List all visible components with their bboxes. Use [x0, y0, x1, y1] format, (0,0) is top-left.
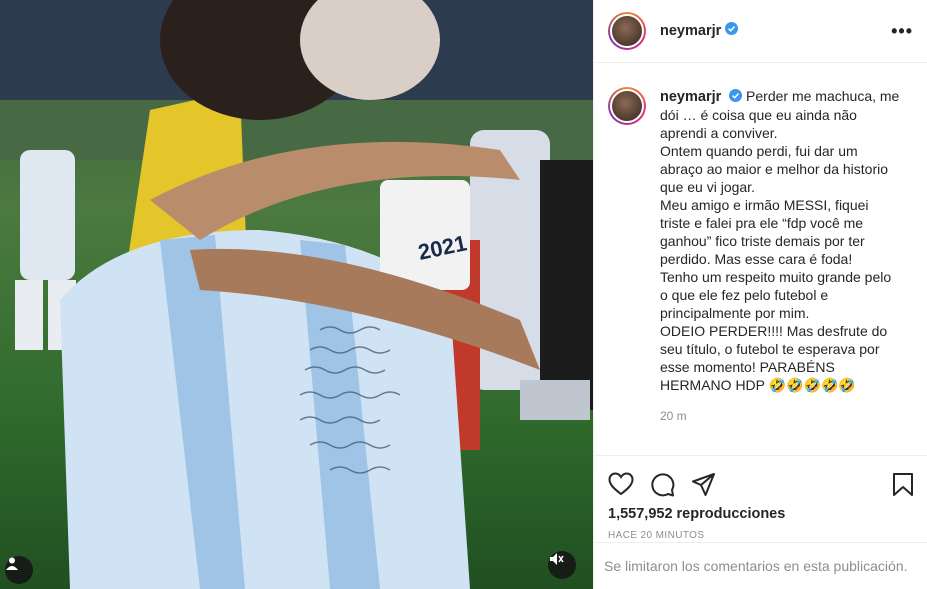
caption-line: Meu amigo e irmão MESSI, fiquei	[660, 197, 869, 214]
tagged-users-button[interactable]	[5, 556, 33, 584]
caption-line: Tenho um respeito muito grande pelo	[660, 269, 892, 286]
caption-avatar[interactable]	[608, 87, 646, 125]
caption-username[interactable]: neymarjr	[660, 89, 721, 105]
caption-line: o que ele fez pelo futebol e	[660, 287, 829, 304]
caption-line: principalmente por mim.	[660, 305, 810, 322]
more-options-button[interactable]: •••	[891, 21, 913, 42]
caption-line: ODEIO PERDER!!!! Mas desfrute do	[660, 323, 888, 340]
verified-badge-icon	[729, 88, 743, 106]
video-frame: 2021	[0, 0, 593, 589]
posted-time[interactable]: HACE 20 MINUTOS	[608, 530, 914, 541]
caption-line: abraço ao maior e melhor da historio	[660, 161, 889, 178]
post-video[interactable]: 2021	[0, 0, 593, 589]
caption-line: seu título, o futebol te esperava por	[660, 341, 880, 358]
avatar[interactable]	[608, 12, 646, 50]
comments-disabled-notice: Se limitaron los comentarios en esta pub…	[594, 542, 927, 589]
caption-line: Perder me machuca, me	[746, 88, 900, 104]
caption-line: esse momento! PARABÉNS	[660, 359, 835, 376]
caption-line: aprendi a conviver.	[660, 125, 778, 142]
caption: neymarjr Perder me machuca, me dói … é c…	[594, 63, 927, 458]
caption-line: perdido. Mas esse cara é foda!	[660, 251, 853, 268]
caption-line: dói … é coisa que eu ainda não	[660, 107, 857, 124]
caption-line: HERMANO HDP 🤣🤣🤣🤣🤣	[660, 377, 856, 394]
post-header: neymarjr •••	[594, 0, 927, 63]
action-bar: 1,557,952 reproducciones HACE 20 MINUTOS	[594, 455, 927, 541]
mute-button[interactable]	[548, 551, 576, 579]
comment-icon[interactable]	[650, 472, 675, 497]
verified-badge-icon	[725, 22, 739, 40]
caption-line: ganhou” fico triste demais por ter	[660, 233, 865, 250]
caption-timestamp[interactable]: 20 m	[660, 407, 910, 425]
heart-icon[interactable]	[608, 472, 634, 496]
author-username[interactable]: neymarjr	[660, 23, 721, 39]
bookmark-icon[interactable]	[892, 472, 914, 497]
share-icon[interactable]	[691, 472, 716, 497]
post-sidebar: neymarjr ••• neymarjr Perder me machuca,…	[593, 0, 927, 589]
caption-line: que eu vi jogar.	[660, 179, 755, 196]
caption-body: neymarjr Perder me machuca, me dói … é c…	[660, 87, 910, 458]
view-count[interactable]: 1,557,952 reproducciones	[608, 506, 914, 522]
caption-line: Ontem quando perdi, fui dar um	[660, 143, 858, 160]
caption-line: triste e falei pra ele “fdp você me	[660, 215, 864, 232]
